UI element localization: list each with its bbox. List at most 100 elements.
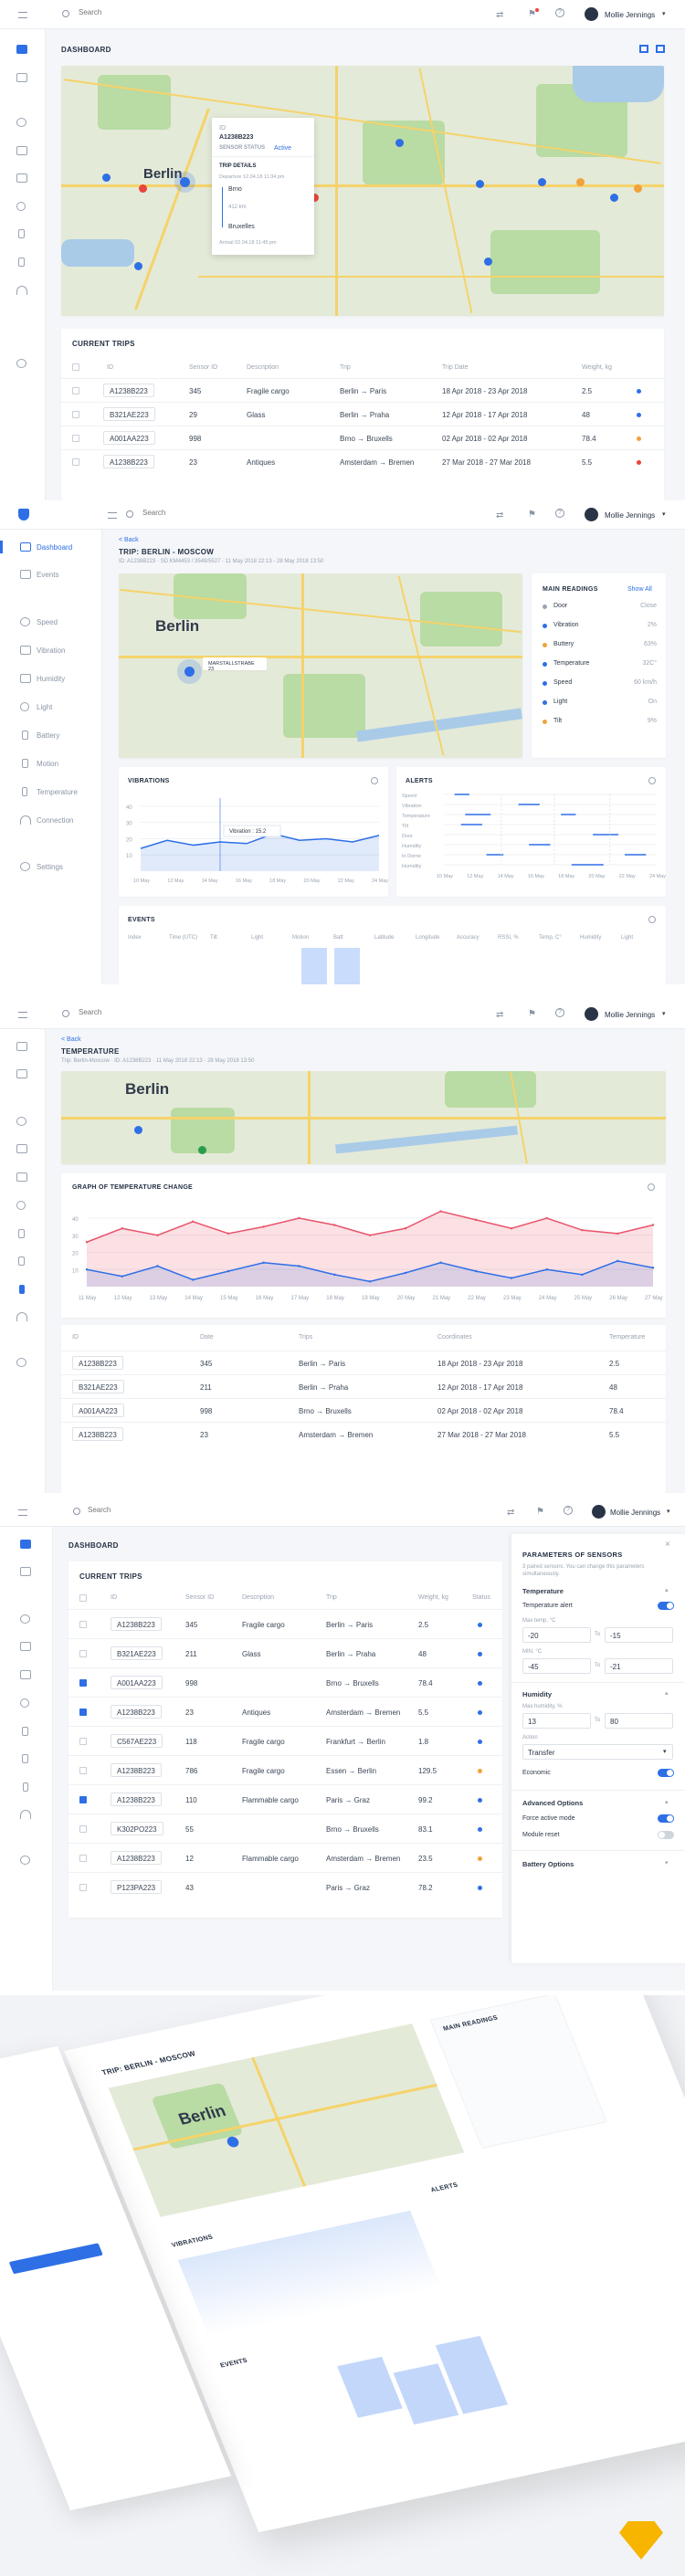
sidebar-item-speed[interactable]: Speed <box>37 618 58 626</box>
speed-icon[interactable] <box>16 1117 26 1126</box>
temp-alert-toggle[interactable] <box>658 1602 674 1610</box>
humidity-icon[interactable] <box>20 674 31 683</box>
table-row[interactable]: A1238B223 110 Flammable cargo Paris → Graz 9… <box>68 1784 502 1814</box>
map-pin[interactable] <box>102 173 111 182</box>
table-row[interactable]: K302PO223 55 Brno → Bruxells 83.1 <box>68 1814 502 1843</box>
chevron-up-icon[interactable]: ▴ <box>665 1586 669 1593</box>
wifi-icon[interactable] <box>16 286 27 295</box>
row-checkbox[interactable] <box>79 1709 87 1716</box>
motion-icon[interactable] <box>22 1754 28 1763</box>
search-input[interactable] <box>142 509 325 517</box>
sidebar-item-light[interactable]: Light <box>37 703 52 711</box>
sidebar-item-vibration[interactable]: Vibration <box>37 647 65 655</box>
battery-section-title[interactable]: Battery Options <box>522 1860 574 1868</box>
map-pin[interactable] <box>184 667 195 677</box>
temperature-section-title[interactable]: Temperature <box>522 1587 564 1595</box>
vibration-icon[interactable] <box>16 146 27 155</box>
table-row[interactable]: A1238B223 345 Berlin → Paris 18 Apr 2018 - … <box>61 1351 666 1374</box>
humidity-from[interactable]: 13 <box>522 1713 591 1729</box>
vibration-icon[interactable] <box>20 1642 31 1651</box>
row-checkbox[interactable] <box>79 1738 87 1745</box>
light-icon[interactable] <box>16 202 26 211</box>
user-name[interactable]: Mollie Jennings <box>605 1011 655 1019</box>
battery-icon[interactable] <box>22 731 28 740</box>
dashboard-icon[interactable] <box>16 45 27 54</box>
humidity-to[interactable]: 80 <box>605 1713 673 1729</box>
wifi-icon[interactable] <box>16 1312 27 1321</box>
temperature-icon[interactable] <box>23 1782 28 1792</box>
share-icon[interactable]: ⇄ <box>496 10 503 20</box>
settings-icon[interactable] <box>371 777 378 784</box>
sidebar-item-motion[interactable]: Motion <box>37 760 58 768</box>
light-icon[interactable] <box>20 702 29 711</box>
user-name[interactable]: Mollie Jennings <box>605 11 655 19</box>
row-checkbox[interactable] <box>79 1679 87 1687</box>
chevron-down-icon[interactable]: ▾ <box>662 10 666 17</box>
calendar-icon[interactable] <box>20 570 31 579</box>
settings-icon[interactable] <box>20 862 30 871</box>
show-all-link[interactable]: Show All <box>627 586 652 593</box>
map-pin[interactable] <box>576 178 585 186</box>
humidity-icon[interactable] <box>16 1172 27 1182</box>
notification-icon[interactable]: ⚑ <box>528 510 536 520</box>
search-input[interactable] <box>88 1506 270 1514</box>
map-pin[interactable] <box>476 180 484 188</box>
row-checkbox[interactable] <box>72 458 79 466</box>
sidebar-item-events[interactable]: Events <box>37 571 58 579</box>
table-row[interactable]: A1238B223 23 Amsterdam → Bremen 27 Mar 2018… <box>61 1422 666 1446</box>
search-input[interactable] <box>79 8 261 16</box>
row-checkbox[interactable] <box>79 1621 87 1628</box>
list-view-icon[interactable] <box>656 45 665 53</box>
row-checkbox[interactable] <box>79 1884 87 1891</box>
menu-icon[interactable] <box>18 1012 27 1018</box>
sidebar-item-connection[interactable]: Connection <box>37 816 73 825</box>
economic-toggle[interactable] <box>658 1769 674 1777</box>
vibration-icon[interactable] <box>16 1144 27 1153</box>
table-row[interactable]: B321AE223 211 Glass Berlin → Praha 48 <box>68 1638 502 1667</box>
settings-icon[interactable] <box>648 916 656 923</box>
back-link[interactable]: < Back <box>119 537 139 543</box>
settings-icon[interactable] <box>648 1183 655 1191</box>
light-icon[interactable] <box>16 1201 26 1210</box>
sidebar-item-battery[interactable]: Battery <box>37 731 59 740</box>
search-input[interactable] <box>79 1008 261 1016</box>
speed-icon[interactable] <box>20 1614 30 1624</box>
sidebar-item-settings[interactable]: Settings <box>37 863 63 871</box>
map-pin[interactable] <box>198 1146 206 1154</box>
temperature-map[interactable]: Berlin <box>61 1071 666 1164</box>
row-checkbox[interactable] <box>79 1650 87 1657</box>
table-row[interactable]: A1238B223 23 Antiques Amsterdam → Bremen 27 … <box>61 449 664 473</box>
humidity-icon[interactable] <box>20 1670 31 1679</box>
table-row[interactable]: A1238B223 786 Fragile cargo Essen → Berlin 1… <box>68 1755 502 1784</box>
chevron-down-icon[interactable]: ▾ <box>663 1748 667 1755</box>
table-row[interactable]: A1238B223 12 Flammable cargo Amsterdam → Br… <box>68 1843 502 1872</box>
map-pin[interactable] <box>134 262 142 270</box>
min-temp-from[interactable]: -45 <box>522 1658 591 1674</box>
select-all-checkbox[interactable] <box>72 363 79 371</box>
settings-icon[interactable] <box>16 1358 26 1367</box>
table-row[interactable]: A001AA223 998 Brno → Bruxells 78.4 <box>68 1667 502 1697</box>
row-checkbox[interactable] <box>79 1767 87 1774</box>
notification-icon[interactable]: ⚑ <box>528 1009 536 1019</box>
dashboard-icon[interactable] <box>20 1540 31 1549</box>
back-link[interactable]: < Back <box>61 1036 81 1043</box>
speed-icon[interactable] <box>20 617 30 626</box>
dashboard-icon[interactable] <box>20 542 31 552</box>
row-checkbox[interactable] <box>72 387 79 394</box>
map-pin[interactable] <box>180 177 190 187</box>
table-row[interactable]: A1238B223 345 Fragile cargo Berlin → Paris 2… <box>68 1609 502 1638</box>
row-checkbox[interactable] <box>79 1855 87 1862</box>
row-checkbox[interactable] <box>79 1796 87 1803</box>
motion-icon[interactable] <box>18 1256 25 1266</box>
map-pin[interactable] <box>134 1126 142 1134</box>
module-reset-toggle[interactable] <box>658 1831 674 1839</box>
table-row[interactable]: C567AE223 118 Fragile cargo Frankfurt → Ber… <box>68 1726 502 1755</box>
map-pin[interactable] <box>538 178 546 186</box>
share-icon[interactable]: ⇄ <box>496 1010 503 1020</box>
dashboard-map[interactable]: Berlin ID A1238B223 SENSOR STATUS Active… <box>61 66 664 316</box>
table-row[interactable]: A1238B223 23 Antiques Amsterdam → Bremen 5.5 <box>68 1697 502 1726</box>
table-row[interactable]: B321AE223 29 Glass Berlin → Praha 12 Apr 201… <box>61 402 664 426</box>
chevron-down-icon[interactable]: ▾ <box>667 1508 670 1515</box>
humidity-icon[interactable] <box>16 173 27 183</box>
map-pin[interactable] <box>610 194 618 202</box>
